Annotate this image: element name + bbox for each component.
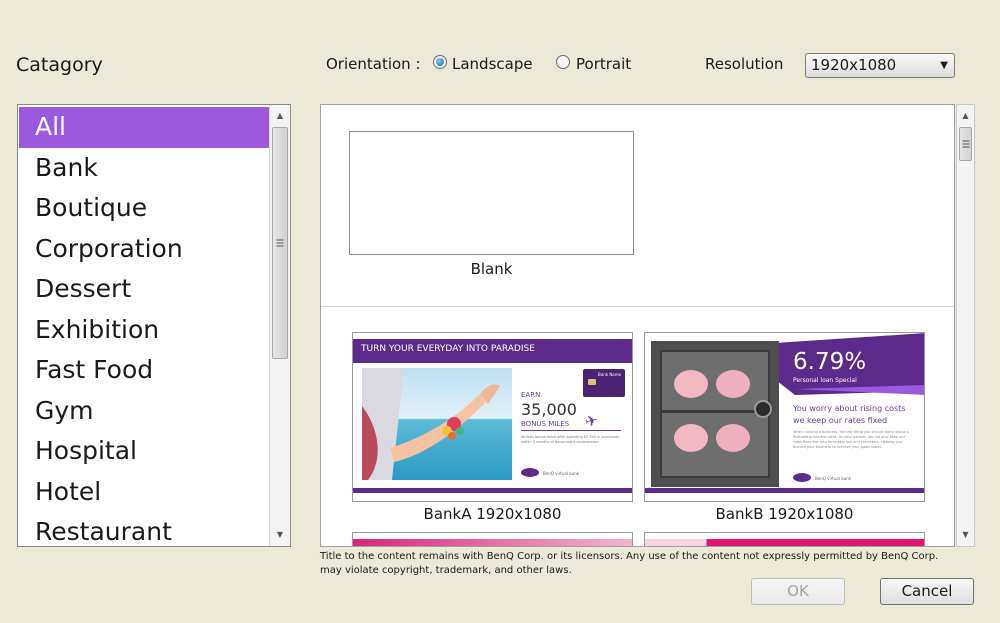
gallery-divider bbox=[321, 306, 954, 307]
category-item-bank[interactable]: Bank bbox=[19, 148, 269, 189]
gallery-scroll-down-icon[interactable]: ▼ bbox=[957, 526, 974, 544]
orientation-label: Orientation : bbox=[326, 55, 421, 73]
landscape-radio[interactable] bbox=[433, 55, 447, 69]
category-item-all[interactable]: All bbox=[19, 107, 269, 148]
bank-b-rate: 6.79% bbox=[793, 349, 867, 375]
bank-b-logo bbox=[793, 473, 811, 482]
resolution-select[interactable]: 1920x1080 ▼ bbox=[805, 53, 955, 78]
template-next-left[interactable] bbox=[352, 532, 633, 546]
scroll-up-arrow-icon[interactable]: ▲ bbox=[270, 107, 290, 125]
category-item-hotel[interactable]: Hotel bbox=[19, 472, 269, 513]
resolution-label: Resolution bbox=[705, 55, 784, 73]
template-bank-a-caption: BankA 1920x1080 bbox=[423, 505, 562, 523]
template-bank-b-caption: BankB 1920x1080 bbox=[715, 505, 854, 523]
category-item-restaurant[interactable]: Restaurant bbox=[19, 512, 269, 546]
category-item-hospital[interactable]: Hospital bbox=[19, 431, 269, 472]
portrait-radio[interactable] bbox=[556, 55, 570, 69]
category-item-corporation[interactable]: Corporation bbox=[19, 229, 269, 270]
dropdown-arrow-icon[interactable]: ▼ bbox=[940, 54, 948, 77]
bank-b-safe-photo bbox=[651, 341, 779, 487]
category-scrollbar[interactable]: ▲ ▼ bbox=[269, 105, 290, 546]
bank-a-card: Bank Name bbox=[583, 369, 625, 397]
bank-a-logo bbox=[521, 468, 539, 477]
ok-button[interactable]: OK bbox=[751, 578, 845, 605]
template-blank[interactable] bbox=[349, 131, 634, 255]
category-list[interactable]: All Bank Boutique Corporation Dessert Ex… bbox=[17, 104, 291, 547]
bank-a-headline: TURN YOUR EVERYDAY INTO PARADISE bbox=[361, 344, 535, 354]
template-gallery: Blank TURN YOUR EVERYDAY INTO PARADISE B… bbox=[320, 104, 955, 547]
portrait-label[interactable]: Portrait bbox=[576, 55, 631, 73]
landscape-label[interactable]: Landscape bbox=[452, 55, 533, 73]
category-item-boutique[interactable]: Boutique bbox=[19, 188, 269, 229]
gallery-scrollbar[interactable]: ▲ ▼ bbox=[956, 104, 975, 547]
category-item-dessert[interactable]: Dessert bbox=[19, 269, 269, 310]
copyright-notice: Title to the content remains with BenQ C… bbox=[320, 551, 939, 576]
gallery-scroll-thumb[interactable] bbox=[959, 127, 972, 161]
template-next-right[interactable] bbox=[644, 532, 925, 546]
template-bank-a[interactable]: TURN YOUR EVERYDAY INTO PARADISE Bank Na… bbox=[352, 332, 633, 502]
category-title: Catagory bbox=[16, 54, 103, 76]
category-item-fast-food[interactable]: Fast Food bbox=[19, 350, 269, 391]
bank-a-beach-photo bbox=[362, 368, 512, 480]
category-item-gym[interactable]: Gym bbox=[19, 391, 269, 432]
category-scroll-thumb[interactable] bbox=[272, 127, 288, 359]
cancel-button[interactable]: Cancel bbox=[880, 578, 974, 605]
bank-a-miles: 35,000 bbox=[521, 400, 577, 419]
category-item-exhibition[interactable]: Exhibition bbox=[19, 310, 269, 351]
scroll-down-arrow-icon[interactable]: ▼ bbox=[270, 526, 290, 544]
template-blank-label: Blank bbox=[470, 260, 513, 278]
gallery-scroll-up-icon[interactable]: ▲ bbox=[957, 107, 974, 125]
bank-a-plane-icon: ✈ bbox=[582, 410, 600, 432]
resolution-value: 1920x1080 bbox=[811, 56, 897, 74]
template-bank-b[interactable]: 6.79% Personal loan Special You worry ab… bbox=[644, 332, 925, 502]
